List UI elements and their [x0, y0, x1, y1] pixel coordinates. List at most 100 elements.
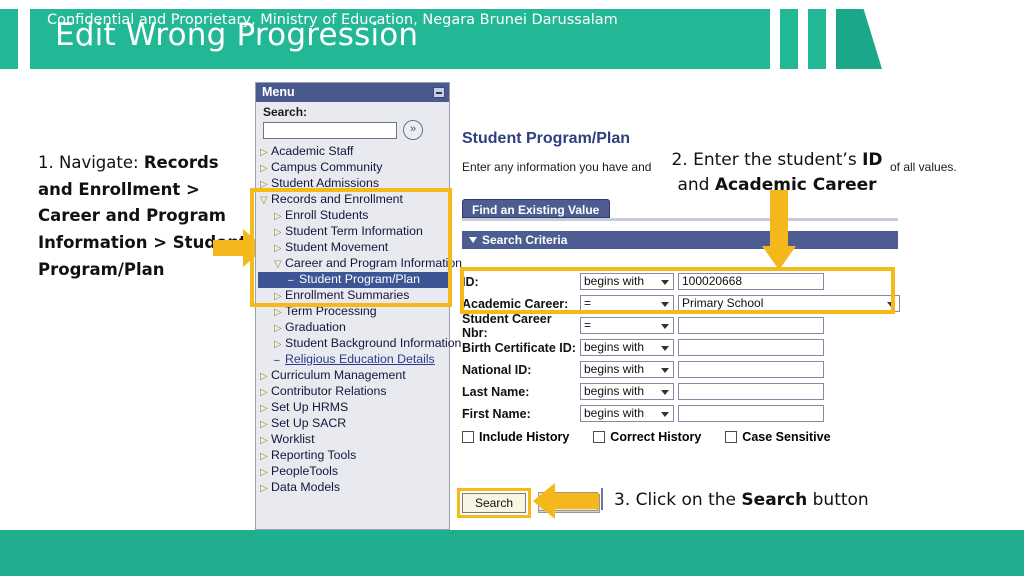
checkbox-include-history[interactable]: Include History	[462, 430, 569, 444]
operator-value: begins with	[584, 340, 645, 354]
operator-value: begins with	[584, 362, 645, 376]
menu-item-label: PeopleTools	[271, 463, 338, 478]
step-2-bold-career: Academic Career	[714, 174, 877, 195]
field-label-national-id: National ID:	[462, 362, 532, 377]
chevron-down-icon	[661, 324, 669, 329]
step-1-prefix: 1. Navigate:	[38, 153, 144, 172]
dash-icon: –	[274, 354, 280, 366]
menu-item-contributor-relations[interactable]: ▷ Contributor Relations	[258, 384, 449, 400]
operator-value: begins with	[584, 406, 645, 420]
menu-search-input[interactable]	[263, 121, 397, 139]
menu-search-row: »	[256, 120, 449, 143]
menu-title-label: Menu	[262, 85, 295, 99]
step-2-bold-id: ID	[862, 150, 883, 170]
menu-item-religious-education-details[interactable]: – Religious Education Details	[258, 352, 449, 368]
chevron-down-icon	[661, 368, 669, 373]
step-2-instruction: 2. Enter the student’s ID and Academic C…	[662, 148, 892, 197]
menu-navigation-highlight-box	[250, 188, 452, 307]
chevron-right-icon: ▷	[260, 418, 268, 430]
chevron-down-icon	[661, 390, 669, 395]
tab-find-an-existing-value[interactable]: Find an Existing Value	[462, 199, 610, 218]
menu-item-data-models[interactable]: ▷ Data Models	[258, 480, 449, 496]
chevron-right-icon: ▷	[260, 450, 268, 462]
checkbox-box-icon[interactable]	[462, 431, 474, 443]
operator-select-student-career-nbr[interactable]: =	[580, 317, 674, 334]
menu-item-curriculum-management[interactable]: ▷ Curriculum Management	[258, 368, 449, 384]
field-label-first-name: First Name:	[462, 406, 531, 421]
footer-text: Confidential and Proprietary, Ministry o…	[47, 12, 618, 28]
checkbox-label: Correct History	[610, 430, 702, 444]
checkbox-box-icon[interactable]	[593, 431, 606, 443]
menu-item-label: Academic Staff	[271, 144, 354, 158]
menu-item-set-up-hrms[interactable]: ▷ Set Up HRMS	[258, 400, 449, 416]
search-criteria-section-header[interactable]: Search Criteria	[462, 231, 898, 249]
ps-page-title: Student Program/Plan	[462, 130, 631, 147]
field-label-last-name: Last Name:	[462, 384, 530, 399]
chevron-right-icon: ▷	[274, 306, 282, 318]
menu-item-label: Student Background Information	[285, 335, 462, 350]
arrow-left-icon-step3	[533, 483, 599, 519]
checkbox-label: Include History	[479, 430, 570, 444]
double-chevron-right-icon[interactable]: »	[403, 120, 423, 140]
chevron-right-icon: ▷	[274, 338, 282, 350]
checkbox-label: Case Sensitive	[742, 430, 831, 444]
menu-item-reporting-tools[interactable]: ▷ Reporting Tools	[258, 448, 449, 464]
menu-item-campus-community[interactable]: ▷ Campus Community	[258, 160, 449, 176]
menu-item-label: Set Up SACR	[271, 415, 347, 430]
operator-select-national-id[interactable]: begins with	[580, 361, 674, 378]
operator-select-last-name[interactable]: begins with	[580, 383, 674, 400]
operator-select-first-name[interactable]: begins with	[580, 405, 674, 422]
header-accent-strip-left	[0, 9, 18, 69]
menu-item-peopletools[interactable]: ▷ PeopleTools	[258, 464, 449, 480]
step-3-instruction: 3. Click on the Search button	[614, 490, 869, 510]
field-label-student-career-nbr: Student Career Nbr:	[462, 311, 552, 340]
step-3-suffix: button	[807, 490, 869, 510]
menu-item-label: Campus Community	[271, 159, 383, 174]
header-wedge-shape	[836, 9, 882, 69]
chevron-right-icon: ▷	[260, 370, 268, 382]
menu-item-label: Data Models	[271, 479, 341, 494]
step-3-prefix: 3. Click on the	[614, 490, 742, 510]
value-input-student-career-nbr[interactable]	[678, 317, 824, 334]
field-row-birth-certificate-id: Birth Certificate ID: begins with	[462, 337, 900, 358]
search-options-checkbox-row: Include History Correct History Case Sensi…	[462, 430, 855, 444]
header-accent-strip-2	[780, 9, 798, 69]
ps-intro-text-left: Enter any information you have and	[462, 160, 652, 174]
chevron-right-icon: ▷	[260, 402, 268, 414]
search-button-highlight-box	[457, 488, 531, 518]
menu-item-student-background-information[interactable]: ▷ Student Background Information	[258, 336, 461, 352]
field-row-first-name: First Name: begins with	[462, 403, 900, 424]
menu-item-worklist[interactable]: ▷ Worklist	[258, 432, 449, 448]
menu-title-bar: Menu	[256, 83, 449, 102]
menu-item-set-up-sacr[interactable]: ▷ Set Up SACR	[258, 416, 449, 432]
chevron-right-icon: ▷	[260, 386, 268, 398]
header-accent-strip-3	[808, 9, 826, 69]
ps-intro-text-right: of all values.	[890, 160, 957, 174]
menu-item-graduation[interactable]: ▷ Graduation	[258, 320, 449, 336]
id-and-career-highlight-box	[460, 267, 895, 314]
operator-select-birth-certificate-id[interactable]: begins with	[580, 339, 674, 356]
menu-item-academic-staff[interactable]: ▷ Academic Staff	[258, 144, 449, 160]
menu-item-label: Reporting Tools	[271, 447, 357, 462]
arrow-down-icon-step2	[762, 190, 796, 270]
chevron-down-icon	[661, 346, 669, 351]
tab-underline	[462, 218, 898, 221]
value-input-national-id[interactable]	[678, 361, 824, 378]
chevron-right-icon: ▷	[260, 482, 268, 494]
menu-item-label: Worklist	[271, 431, 315, 446]
operator-value: =	[584, 318, 592, 332]
field-row-national-id: National ID: begins with	[462, 359, 900, 380]
step-3-bold: Search	[741, 490, 808, 510]
slide-footer-band	[0, 530, 1024, 576]
value-input-first-name[interactable]	[678, 405, 824, 422]
form-divider	[601, 488, 603, 510]
checkbox-case-sensitive[interactable]: Case Sensitive	[725, 430, 831, 444]
minimize-icon[interactable]	[433, 87, 445, 98]
menu-item-label: Curriculum Management	[271, 367, 406, 382]
checkbox-correct-history[interactable]: Correct History	[593, 430, 701, 444]
value-input-last-name[interactable]	[678, 383, 824, 400]
field-row-student-career-nbr: Student Career Nbr: =	[462, 312, 900, 340]
value-input-birth-certificate-id[interactable]	[678, 339, 824, 356]
chevron-right-icon: ▷	[260, 466, 268, 478]
checkbox-box-icon[interactable]	[725, 431, 738, 443]
